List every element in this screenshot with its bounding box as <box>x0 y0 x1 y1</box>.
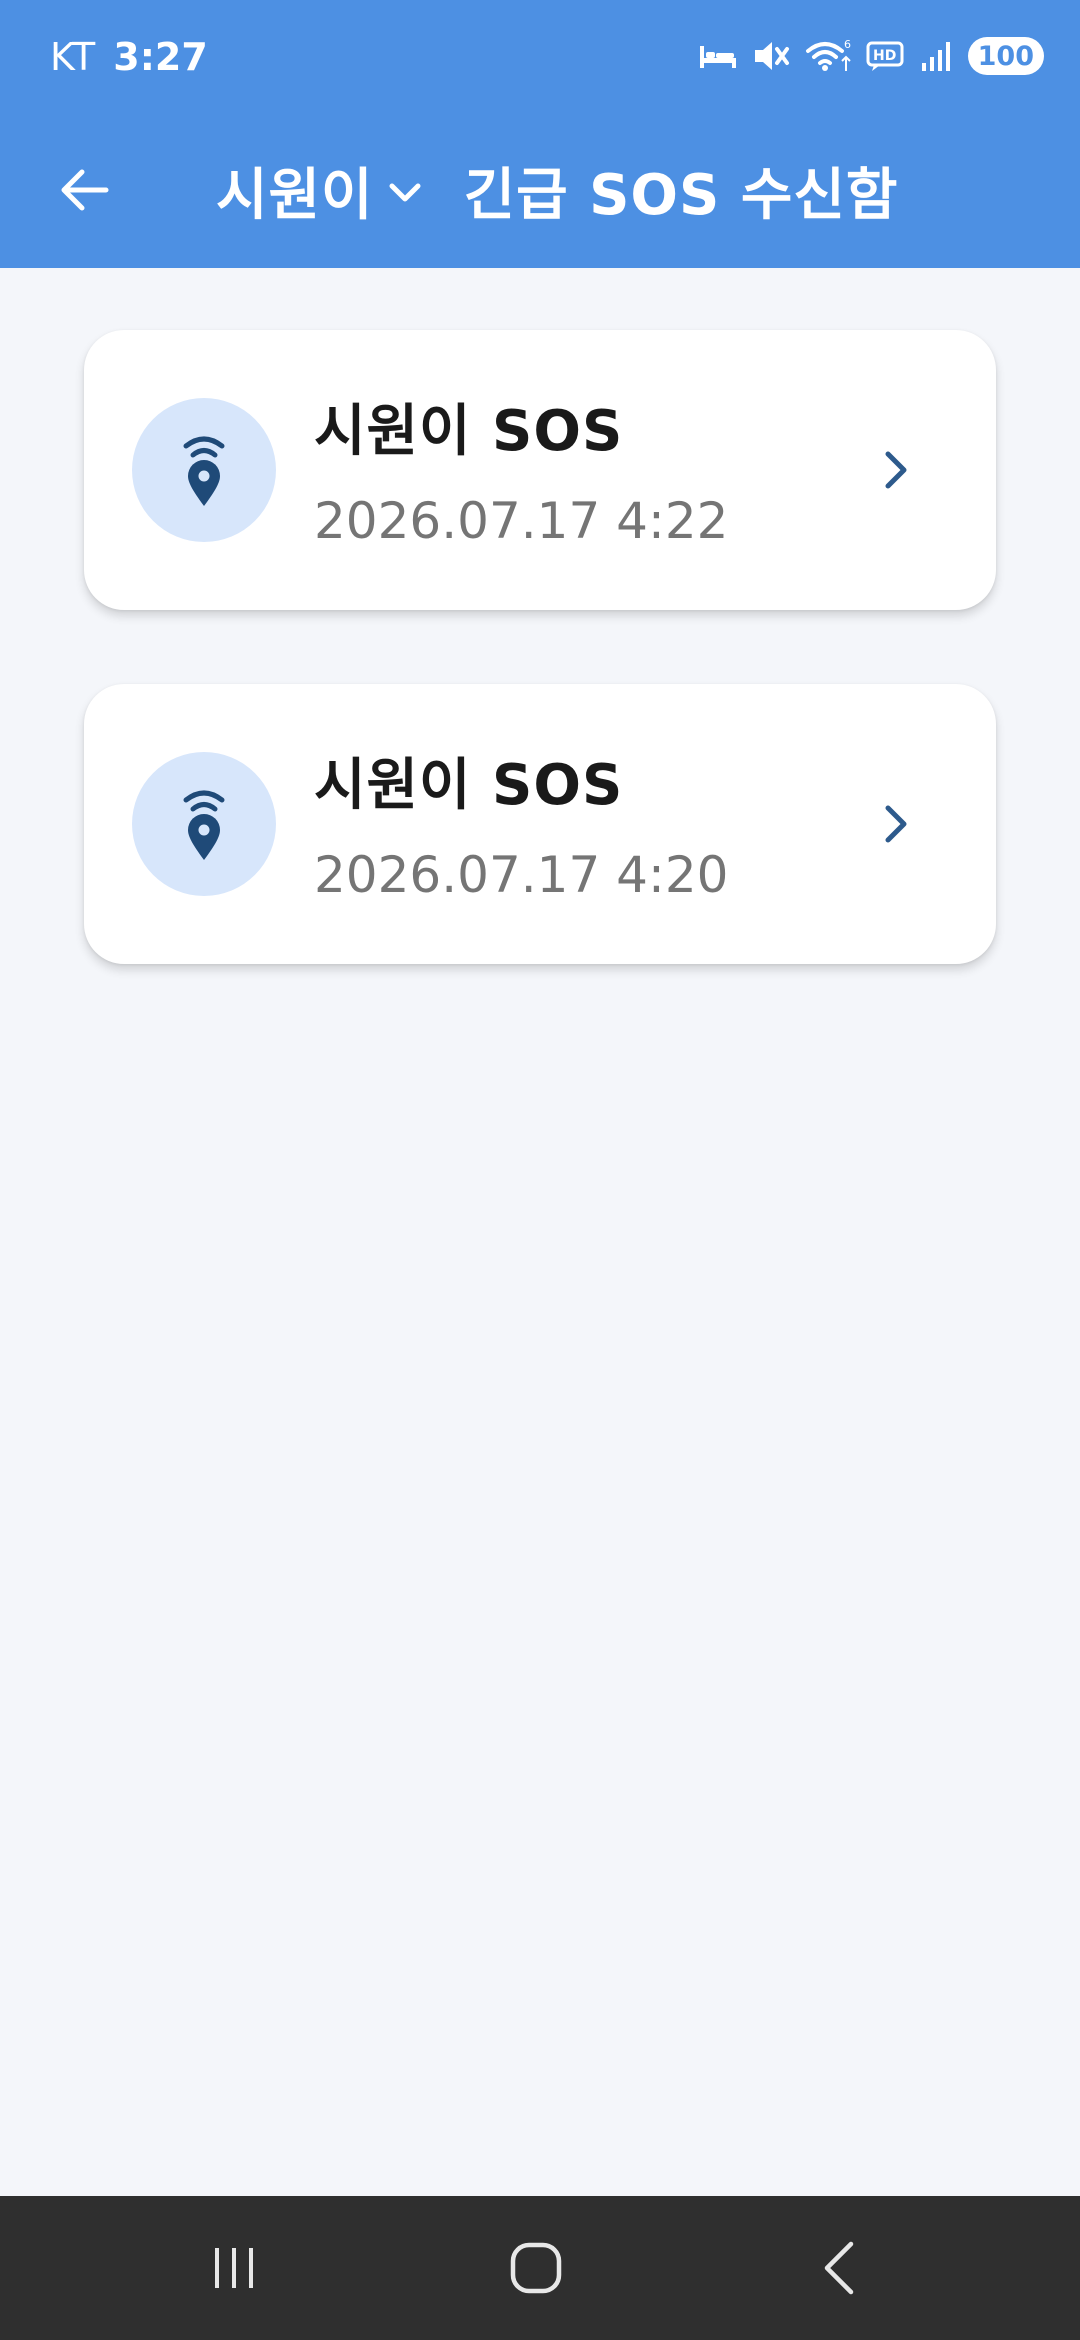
recents-icon <box>215 2248 253 2288</box>
screen: KT 3:27 6 HD 100 시원이 긴급 SOS 수신함 시원이 SOS … <box>0 0 1080 2340</box>
mute-icon <box>752 38 790 74</box>
back-icon <box>824 2241 854 2295</box>
chevron-down-icon <box>388 181 422 205</box>
battery-indicator: 100 <box>967 37 1044 75</box>
location-signal-icon <box>183 436 225 506</box>
carrier-label: KT <box>50 35 96 79</box>
bed-icon <box>698 40 738 72</box>
status-bar: KT 3:27 6 HD 100 <box>0 0 1080 112</box>
system-back-button[interactable] <box>780 2218 900 2318</box>
recents-button[interactable] <box>174 2218 294 2318</box>
svg-text:6: 6 <box>844 38 851 51</box>
page-title: 긴급 SOS 수신함 <box>463 162 899 228</box>
selected-user-name: 시원이 <box>216 162 374 228</box>
home-button[interactable] <box>476 2218 596 2318</box>
status-left: KT 3:27 <box>50 32 208 82</box>
signal-icon <box>920 39 954 73</box>
wifi-icon: 6 <box>804 37 852 75</box>
status-icons: 6 HD 100 <box>698 34 1044 78</box>
header-title-row: 시원이 긴급 SOS 수신함 <box>216 142 898 238</box>
svg-text:HD: HD <box>873 48 896 64</box>
system-nav-bar <box>0 2196 1080 2340</box>
sos-timestamp: 2026.07.17 4:22 <box>314 492 729 550</box>
sos-list: 시원이 SOS 2026.07.17 4:22 시원이 SOS 2026.07.… <box>84 330 996 1038</box>
sos-avatar <box>132 752 276 896</box>
sos-title: 시원이 SOS <box>314 753 624 818</box>
chevron-right-icon <box>864 438 928 502</box>
sos-timestamp: 2026.07.17 4:20 <box>314 846 729 904</box>
user-selector[interactable]: 시원이 <box>216 150 422 231</box>
sos-avatar <box>132 398 276 542</box>
location-signal-icon <box>183 790 225 860</box>
arrow-left-icon <box>61 169 109 211</box>
app-header: 시원이 긴급 SOS 수신함 <box>0 112 1080 268</box>
hd-icon: HD <box>866 40 906 72</box>
clock: 3:27 <box>113 35 208 79</box>
sos-list-item[interactable]: 시원이 SOS 2026.07.17 4:22 <box>84 330 996 610</box>
back-button[interactable] <box>44 150 124 230</box>
chevron-right-icon <box>864 792 928 856</box>
sos-title: 시원이 SOS <box>314 399 624 464</box>
home-icon <box>510 2242 562 2294</box>
sos-list-item[interactable]: 시원이 SOS 2026.07.17 4:20 <box>84 684 996 964</box>
